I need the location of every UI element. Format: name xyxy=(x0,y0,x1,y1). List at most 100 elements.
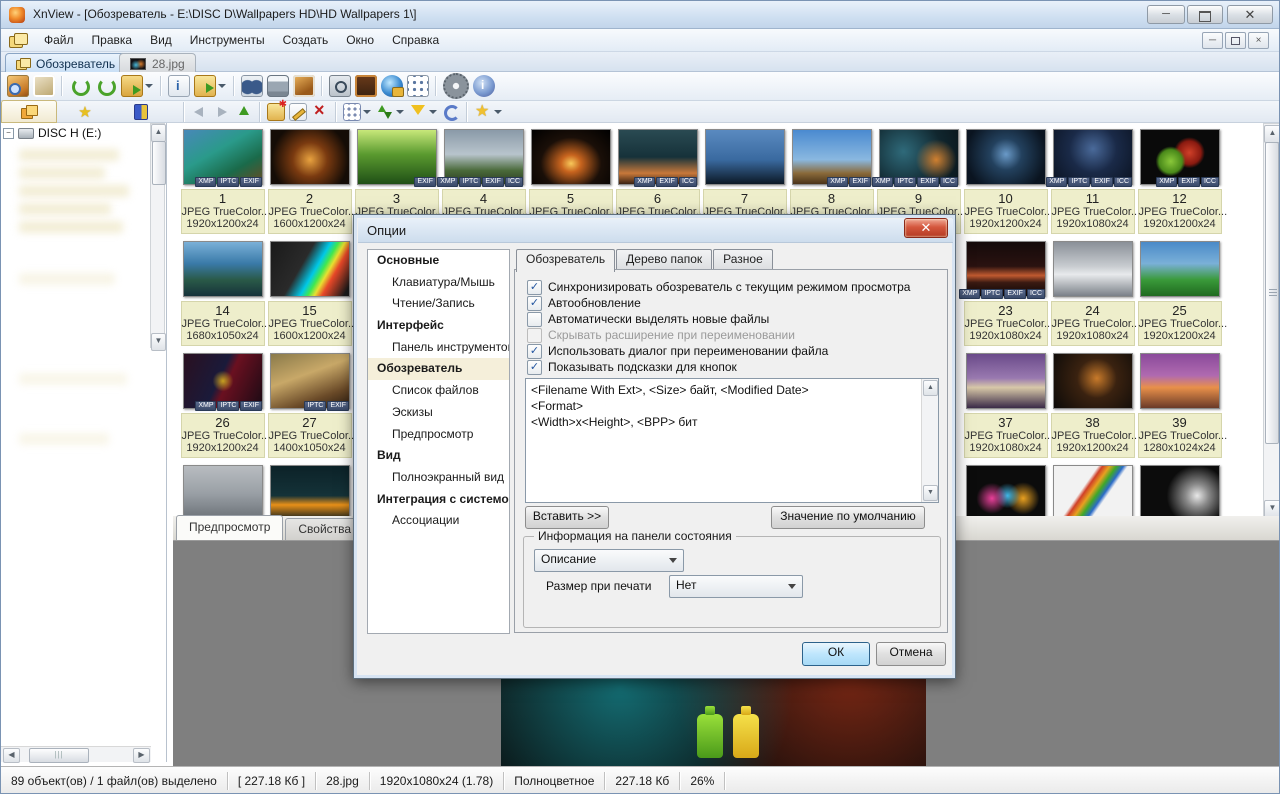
dialog-close-button[interactable]: ✕ xyxy=(904,218,948,238)
bottom-tab-1[interactable]: Предпросмотр xyxy=(176,515,283,540)
filter-caret[interactable] xyxy=(429,110,437,114)
view-mode-icon[interactable] xyxy=(343,103,361,121)
dialog-tree-item[interactable]: Интерфейс xyxy=(368,315,509,337)
scroll-up-arrow[interactable]: ▲ xyxy=(1264,125,1280,143)
title-bar[interactable]: XnView - [Обозреватель - E:\DISC D\Wallp… xyxy=(1,1,1280,29)
new-folder-icon[interactable] xyxy=(267,103,285,121)
open-with-dropdown-caret[interactable] xyxy=(218,84,226,88)
slideshow-icon[interactable] xyxy=(293,75,315,97)
rotate-left-icon[interactable] xyxy=(69,75,91,97)
rotate-right-icon[interactable] xyxy=(95,75,117,97)
favorites-icon[interactable] xyxy=(474,103,492,121)
thumbnail-cell[interactable]: XMPEXIFICC12JPEG TrueColor...1920x1200x2… xyxy=(1136,129,1223,234)
dialog-tree-item[interactable]: Обозреватель xyxy=(368,358,509,380)
sort-caret[interactable] xyxy=(396,110,404,114)
menu-item[interactable]: Окно xyxy=(337,30,383,50)
scroll-up-arrow[interactable]: ▲ xyxy=(151,124,166,142)
settings-icon[interactable] xyxy=(443,73,469,99)
dialog-tree-item[interactable]: Клавиатура/Мышь xyxy=(368,272,509,294)
menu-item[interactable]: Вид xyxy=(141,30,181,50)
thumbnail-cell[interactable]: 39JPEG TrueColor...1280x1024x24 xyxy=(1136,353,1223,458)
favorites-caret[interactable] xyxy=(494,110,502,114)
thumbnail-cell[interactable]: XMPIPTCEXIF26JPEG TrueColor...1920x1200x… xyxy=(179,353,266,458)
thumbnail-cell[interactable]: 14JPEG TrueColor...1680x1050x24 xyxy=(179,241,266,346)
open-with-icon[interactable] xyxy=(194,75,216,97)
scroll-left-arrow[interactable]: ◀ xyxy=(3,748,20,763)
scroll-right-arrow[interactable]: ▶ xyxy=(133,748,150,763)
fullscreen-icon[interactable] xyxy=(33,75,55,97)
scroll-up-arrow[interactable]: ▲ xyxy=(923,380,938,396)
default-value-button[interactable]: Значение по умолчанию xyxy=(771,506,925,529)
properties-icon[interactable] xyxy=(168,75,190,97)
thumbnail-cell[interactable] xyxy=(1049,465,1136,516)
thumbnail-cell[interactable] xyxy=(266,465,353,516)
convert-dropdown-caret[interactable] xyxy=(145,84,153,88)
insert-button[interactable]: Вставить >> xyxy=(525,506,609,529)
about-icon[interactable] xyxy=(473,75,495,97)
mdi-minimize-button[interactable]: ─ xyxy=(1202,32,1223,49)
thumbnail-cell[interactable]: 37JPEG TrueColor...1920x1080x24 xyxy=(962,353,1049,458)
back-icon[interactable] xyxy=(191,103,209,121)
dialog-tree-item[interactable]: Основные xyxy=(368,250,509,272)
scrollbar-thumb[interactable] xyxy=(1265,142,1279,444)
options-dialog[interactable]: Опции ✕ ОсновныеКлавиатура/МышьЧтение/За… xyxy=(353,214,956,679)
capture-icon[interactable] xyxy=(329,75,351,97)
dialog-tree-item[interactable]: Чтение/Запись xyxy=(368,293,509,315)
thumbnail-cell[interactable]: 15JPEG TrueColor...1600x1200x24 xyxy=(266,241,353,346)
dialog-tab[interactable]: Дерево папок xyxy=(616,249,712,270)
categories-pane-button[interactable] xyxy=(113,100,169,123)
menu-item[interactable]: Инструменты xyxy=(181,30,274,50)
scrollbar-thumb[interactable]: ||| xyxy=(29,748,89,763)
thumbnail-cell[interactable]: 2JPEG TrueColor...1600x1200x24 xyxy=(266,129,353,234)
dialog-tab[interactable]: Обозреватель xyxy=(516,249,615,272)
sort-icon[interactable] xyxy=(376,103,394,121)
dialog-tree-item[interactable]: Интеграция с системой xyxy=(368,489,509,511)
dialog-tree-item[interactable]: Панель инструментов xyxy=(368,337,509,359)
thumbnail-cell[interactable]: 38JPEG TrueColor...1920x1200x24 xyxy=(1049,353,1136,458)
scrollbar-thumb[interactable] xyxy=(152,141,166,185)
dialog-tab[interactable]: Разное xyxy=(713,249,773,270)
checkbox[interactable]: ✓ xyxy=(527,296,542,311)
tree-horizontal-scrollbar[interactable]: ◀ ||| ▶ xyxy=(1,746,151,762)
refresh-icon[interactable] xyxy=(442,103,460,121)
convert-icon[interactable] xyxy=(121,75,143,97)
tree-vertical-scrollbar[interactable]: ▲ ▼ xyxy=(150,123,165,348)
dialog-tree-item[interactable]: Список файлов xyxy=(368,380,509,402)
menu-item[interactable]: Создать xyxy=(274,30,338,50)
mdi-close-button[interactable]: × xyxy=(1248,32,1269,49)
checkbox[interactable]: ✓ xyxy=(527,280,542,295)
dialog-title-bar[interactable]: Опции xyxy=(358,219,953,243)
folder-tree-pane-button[interactable] xyxy=(1,100,57,123)
dialog-tree-item[interactable]: Эскизы xyxy=(368,402,509,424)
dialog-tree-item[interactable]: Ассоциации xyxy=(368,510,509,532)
description-dropdown[interactable]: Описание xyxy=(534,549,684,572)
wallpaper-icon[interactable] xyxy=(355,75,377,97)
search-icon[interactable] xyxy=(241,75,263,97)
ok-button[interactable]: ОК xyxy=(802,642,870,666)
thumbnail-cell[interactable]: XMPIPTCEXIF1JPEG TrueColor...1920x1200x2… xyxy=(179,129,266,234)
thumbnail-cell[interactable] xyxy=(1136,465,1223,516)
tab-browser[interactable]: Обозреватель xyxy=(5,53,126,73)
tree-expander-icon[interactable]: − xyxy=(3,128,14,139)
delete-icon[interactable] xyxy=(311,103,329,121)
dialog-tree-item[interactable]: Вид xyxy=(368,445,509,467)
print-size-dropdown[interactable]: Нет xyxy=(669,575,803,598)
cancel-button[interactable]: Отмена xyxy=(876,642,946,666)
thumbnail-cell[interactable]: 25JPEG TrueColor...1920x1200x24 xyxy=(1136,241,1223,346)
browser-mode-icon[interactable] xyxy=(7,75,29,97)
scroll-down-arrow[interactable]: ▼ xyxy=(151,333,166,351)
checkbox[interactable]: ✓ xyxy=(527,360,542,375)
filter-icon[interactable] xyxy=(409,103,427,121)
thumbnail-cell[interactable]: XMPIPTCEXIFICC23JPEG TrueColor...1920x10… xyxy=(962,241,1049,346)
favorites-pane-button[interactable]: ★ xyxy=(57,100,113,123)
web-icon[interactable] xyxy=(381,75,403,97)
up-level-icon[interactable] xyxy=(235,103,253,121)
thumbnail-cell[interactable]: IPTCEXIF27JPEG TrueColor...1400x1050x24 xyxy=(266,353,353,458)
view-mode-caret[interactable] xyxy=(363,110,371,114)
rename-icon[interactable] xyxy=(289,103,307,121)
thumbnail-cell[interactable]: 10JPEG TrueColor...1920x1200x24 xyxy=(962,129,1049,234)
maximize-button[interactable] xyxy=(1187,5,1223,24)
contact-sheet-icon[interactable] xyxy=(407,75,429,97)
textarea-scrollbar[interactable]: ▲ ▼ xyxy=(921,379,938,502)
dialog-tree-item[interactable]: Предпросмотр xyxy=(368,424,509,446)
